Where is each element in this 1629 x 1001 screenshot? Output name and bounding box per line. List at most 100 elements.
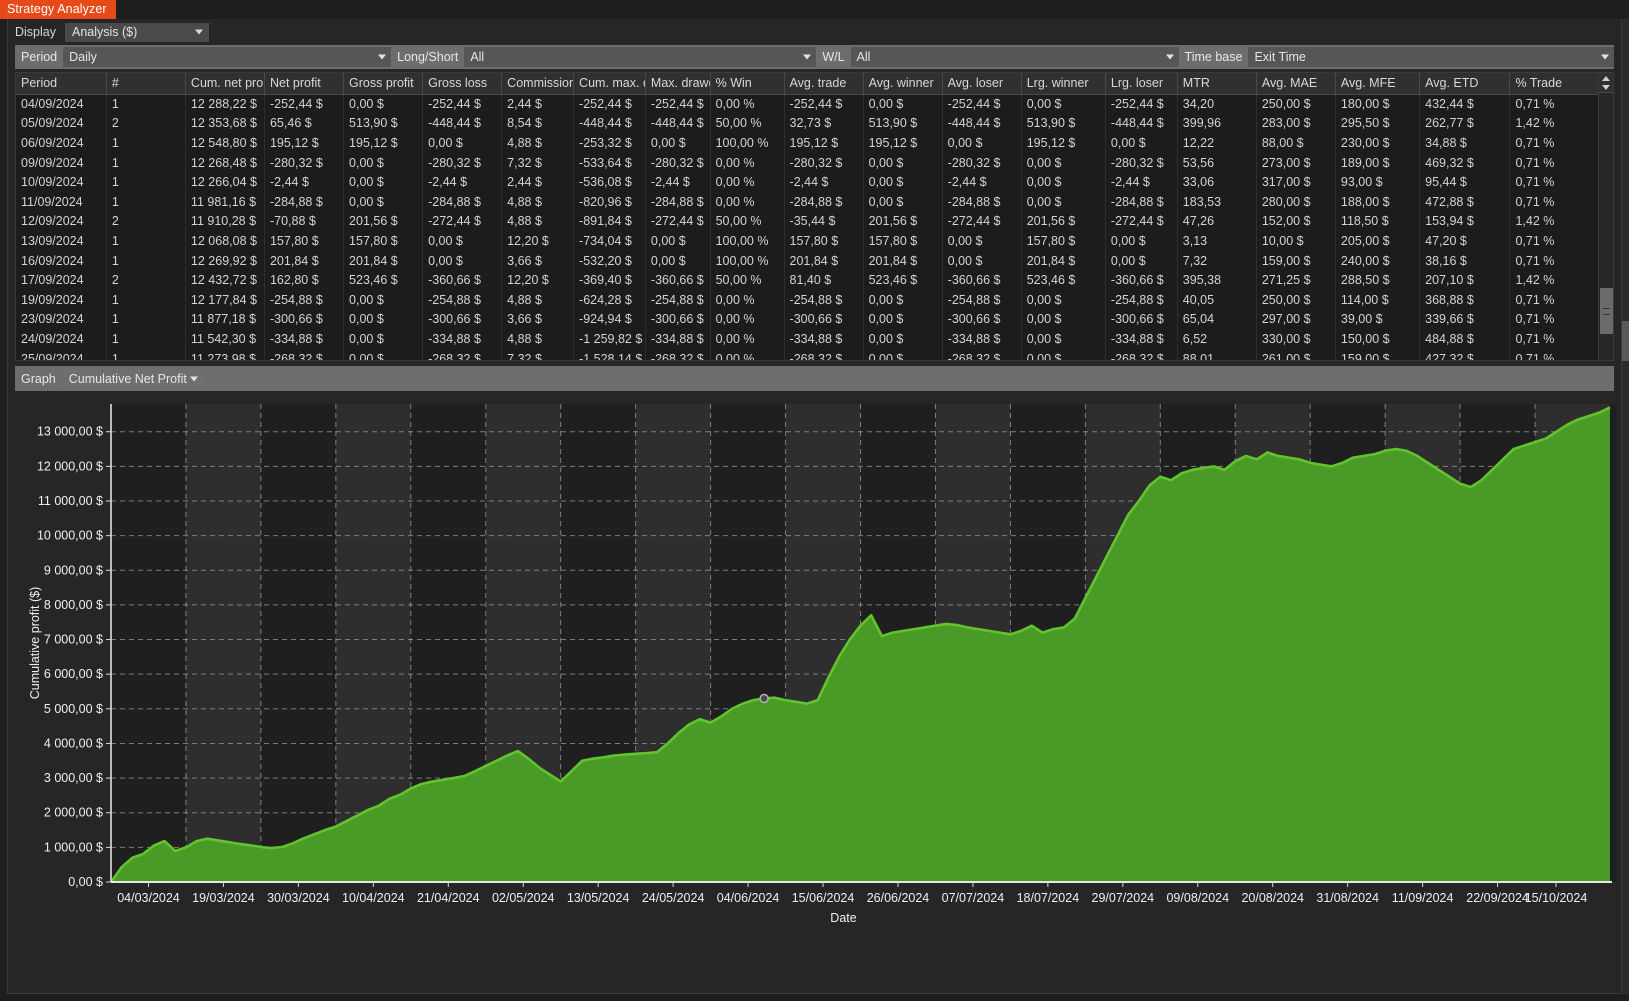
display-label: Display [15,25,56,39]
table-cell: -268,32 $ [784,349,864,360]
timebase-select[interactable]: Exit Time [1248,47,1614,67]
table-cell: -254,88 $ [1105,290,1178,311]
table-cell: -532,20 $ [573,251,646,271]
table-row[interactable]: 04/09/2024 1 12 288,22 $ -252,44 $0,00 $ -25… [16,94,1598,115]
table-cell: 95,44 $ [1419,172,1511,193]
svg-text:20/08/2024: 20/08/2024 [1241,891,1304,905]
table-cell: 250,00 $ [1256,94,1336,115]
table-cell: 100,00 % [710,251,785,271]
longshort-label: Long/Short [397,50,459,64]
strategy-analyzer-panel: Display Analysis ($) Period Daily Long/S… [7,19,1622,994]
table-scrollbar-thumb[interactable] [1600,288,1613,334]
table-cell: 240,00 $ [1335,251,1421,271]
table-cell: 201,84 $ [1021,251,1106,271]
table-cell: -254,88 $ [784,290,864,311]
table-cell: 12,20 $ [501,231,575,252]
table-cell: 4,88 $ [501,133,575,154]
table-header-cell-5[interactable]: Gross loss [422,73,503,95]
table-row[interactable]: 11/09/2024 1 11 981,16 $ -284,88 $0,00 $ -28… [16,192,1598,213]
window-title[interactable]: Strategy Analyzer [0,0,116,19]
table-cell: 0,00 % [710,172,785,193]
table-cell: 23/09/2024 [16,310,107,330]
table-header-cell-0[interactable]: Period [16,73,107,95]
display-select[interactable]: Analysis ($) [65,22,209,42]
cumulative-net-profit-chart[interactable]: 0,00 $ 1 000,00 $ 2 000,00 $ 3 000,00 $ 4 00… [15,392,1616,979]
table-header-cell-2[interactable]: Cum. net pro [185,73,265,95]
period-select[interactable]: Daily [63,47,392,67]
table-header-cell-10[interactable]: Avg. trade [784,73,864,95]
table-cell: -334,88 $ [422,329,503,350]
table-cell: 0,00 $ [645,133,711,154]
table-cell: -300,66 $ [784,310,864,330]
table-row[interactable]: 24/09/2024 1 11 542,30 $ -334,88 $0,00 $ -33… [16,329,1598,350]
table-cell: 12 268,48 $ [185,153,265,173]
table-cell: -2,44 $ [645,172,711,193]
longshort-select[interactable]: All [464,47,817,67]
table-cell: 0,00 $ [1021,310,1106,330]
graph-type-value: Cumulative Net Profit [68,371,187,386]
table-cell: 0,71 % [1509,349,1598,360]
table-cell: 0,00 $ [343,94,424,115]
table-cell: -369,40 $ [573,270,646,291]
table-header-cell-11[interactable]: Avg. winner [863,73,943,95]
table-cell: 11 273,98 $ [185,349,265,360]
table-cell: 11 542,30 $ [185,329,265,350]
table-header-cell-19[interactable]: % Trade [1509,73,1598,95]
table-header-cell-16[interactable]: Avg. MAE [1256,73,1336,95]
table-row[interactable]: 06/09/2024 1 12 548,80 $195,12 $195,12 $0,… [16,133,1598,154]
window-vertical-scrollbar[interactable] [1622,19,1629,994]
table-header-cell-18[interactable]: Avg. ETD [1419,73,1511,95]
table-cell: 12,22 [1177,133,1257,154]
table-cell: 40,05 [1177,290,1257,311]
table-cell: 201,56 $ [343,212,424,232]
table-header-cell-7[interactable]: Cum. max. d [573,73,646,95]
table-cell: 100,00 % [710,231,785,252]
table-row[interactable]: 16/09/2024 1 12 269,92 $201,84 $201,84 $0,… [16,251,1598,271]
table-row[interactable]: 19/09/2024 1 12 177,84 $ -254,88 $0,00 $ -25… [16,290,1598,311]
table-row[interactable]: 10/09/2024 1 12 266,04 $ -2,44 $0,00 $ -2,44… [16,172,1598,193]
table-cell: -624,28 $ [573,290,646,311]
graph-type-select[interactable]: Cumulative Net Profit [62,368,203,389]
table-header-cell-12[interactable]: Avg. loser [942,73,1022,95]
table-header-cell-1[interactable]: # [106,73,186,95]
window-scrollbar-thumb[interactable] [1622,321,1629,361]
table-cell: 4,88 $ [501,212,575,232]
table-cell: -280,32 $ [942,153,1022,173]
table-scroll-spinner[interactable] [1599,73,1613,93]
svg-text:13/05/2024: 13/05/2024 [567,891,630,905]
table-cell: 0,71 % [1509,192,1598,213]
table-cell: 04/09/2024 [16,94,107,115]
table-header-cell-3[interactable]: Net profit [264,73,345,95]
table-row[interactable]: 17/09/2024 2 12 432,72 $162,80 $523,46 $ -3… [16,270,1598,291]
table-cell: 93,00 $ [1335,172,1421,193]
table-cell: -300,66 $ [422,310,503,330]
table-vertical-scrollbar[interactable] [1598,73,1613,360]
table-row[interactable]: 12/09/2024 2 11 910,28 $ -70,88 $201,56 $ -2… [16,212,1598,232]
table-cell: -2,44 $ [264,172,345,193]
table-header-cell-6[interactable]: Commission [501,73,575,95]
table-header-cell-17[interactable]: Avg. MFE [1335,73,1421,95]
table-header-cell-4[interactable]: Gross profit [343,73,424,95]
analysis-table-scroll[interactable]: Period # Cum. net pro Net profit Gross profi… [16,73,1598,360]
table-cell: 0,00 $ [863,310,943,330]
table-header-cell-14[interactable]: Lrg. loser [1105,73,1178,95]
table-cell: 34,20 [1177,94,1257,115]
table-cell: 207,10 $ [1419,270,1511,291]
table-cell: 38,16 $ [1419,251,1511,271]
wl-select[interactable]: All [850,47,1179,67]
table-cell: -1 259,82 $ [573,329,646,350]
table-header-cell-8[interactable]: Max. drawdo [645,73,711,95]
table-row[interactable]: 05/09/2024 2 12 353,68 $65,46 $513,90 $ -44… [16,114,1598,134]
table-header-cell-13[interactable]: Lrg. winner [1021,73,1106,95]
svg-text:9 000,00 $: 9 000,00 $ [44,563,103,577]
table-header-cell-9[interactable]: % Win [710,73,785,95]
table-row[interactable]: 09/09/2024 1 12 268,48 $ -280,32 $0,00 $ -28… [16,153,1598,173]
table-cell: -2,44 $ [1105,172,1178,193]
table-row[interactable]: 25/09/2024 1 11 273,98 $ -268,32 $0,00 $ -26… [16,349,1598,360]
table-cell: 4,88 $ [501,290,575,311]
table-row[interactable]: 23/09/2024 1 11 877,18 $ -300,66 $0,00 $ -30… [16,310,1598,330]
table-cell: -268,32 $ [1105,349,1178,360]
table-header-cell-15[interactable]: MTR [1177,73,1257,95]
table-cell: 32,73 $ [784,114,864,134]
table-row[interactable]: 13/09/2024 1 12 068,08 $157,80 $157,80 $0,… [16,231,1598,252]
